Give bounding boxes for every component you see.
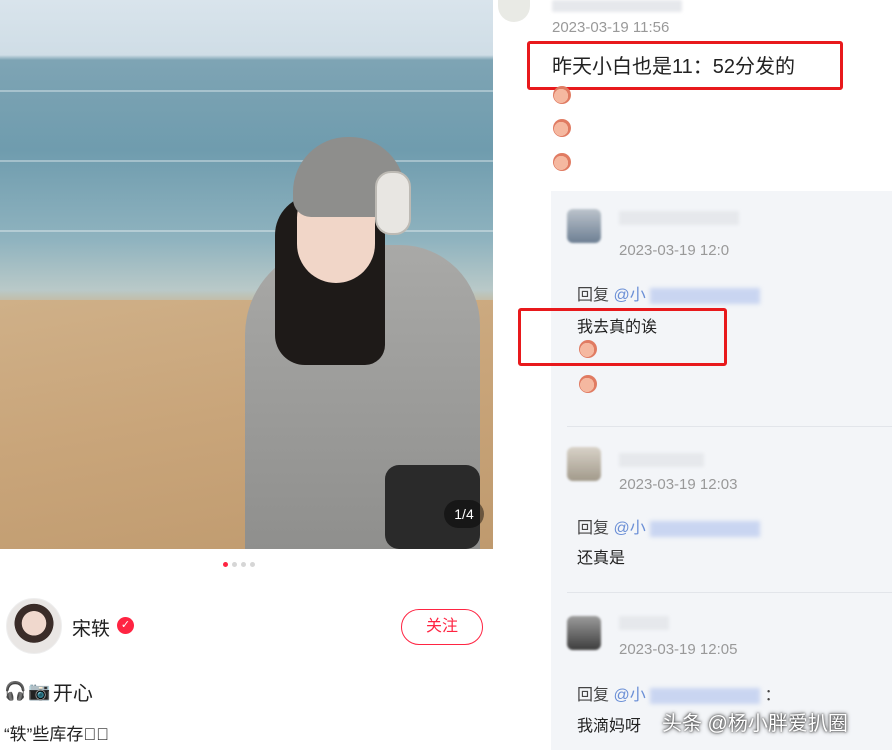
comment-time: 2023-03-19 11:56 <box>552 19 670 36</box>
reply-mention[interactable]: @小 <box>613 520 645 537</box>
carousel-dots[interactable] <box>223 562 255 567</box>
carousel-dot-1[interactable] <box>223 562 228 567</box>
image-counter: 1/4 <box>444 500 484 528</box>
reply-time: 2023-03-19 12:0 <box>619 242 730 259</box>
reply-name-blurred <box>619 211 739 225</box>
carousel-dot-2[interactable] <box>232 562 237 567</box>
reply-text: 还真是 <box>577 550 626 567</box>
post-photo[interactable]: 1/4 <box>0 0 493 549</box>
follow-button[interactable]: 关注 <box>401 609 483 645</box>
divider <box>567 592 892 593</box>
watermark: 头条 @杨小胖爱扒圈 <box>662 713 848 735</box>
reply-name-blurred <box>619 616 669 630</box>
peach-emoji-icon <box>553 153 571 171</box>
reply-avatar[interactable] <box>567 209 601 243</box>
carousel-dot-3[interactable] <box>241 562 246 567</box>
post-status: 🎧 📷 开心 <box>4 677 93 706</box>
reply-to-line: 回复 @小 <box>577 281 761 305</box>
photo-subject <box>235 135 485 549</box>
reply-prefix: 回复 <box>577 520 610 537</box>
mention-blurred <box>650 520 761 537</box>
commenter-name-blurred <box>552 0 682 12</box>
peach-emoji-icon <box>553 86 571 104</box>
reply-avatar[interactable] <box>567 447 601 481</box>
camera-icon: 📷 <box>28 681 51 701</box>
mention-blurred <box>650 687 761 704</box>
reply-avatar[interactable] <box>567 616 601 650</box>
reply-mention[interactable]: @小 <box>613 687 645 704</box>
reply-suffix: ： <box>764 687 781 704</box>
reply-mention[interactable]: @小 <box>613 287 645 304</box>
highlight-box <box>518 308 727 366</box>
reply-time: 2023-03-19 12:05 <box>619 641 738 658</box>
peach-emoji-icon <box>579 375 597 393</box>
peach-emoji-icon <box>553 119 571 137</box>
post-description: “轶”些库存􀀀􀀀 <box>4 725 109 744</box>
reply-to-line: 回复 @小 <box>577 514 761 538</box>
headphones-icon: 🎧 <box>4 681 27 701</box>
commenter-avatar[interactable] <box>498 0 530 22</box>
reply-text: 我滴妈呀 <box>577 718 642 735</box>
status-text: 开心 <box>52 683 93 705</box>
reply-prefix: 回复 <box>577 287 610 304</box>
headphones <box>375 171 411 235</box>
verified-check-icon: ✓ <box>117 617 134 634</box>
reply-prefix: 回复 <box>577 687 610 704</box>
carousel-dot-4[interactable] <box>250 562 255 567</box>
reply-to-line: 回复 @小 ： <box>577 681 781 705</box>
reply-name-blurred <box>619 453 704 467</box>
author-avatar[interactable] <box>6 598 62 654</box>
mention-blurred <box>650 287 761 304</box>
sea-wave <box>0 90 493 92</box>
replies-panel[interactable]: 2023-03-19 12:0 回复 @小 我去真的诶 2023-03-19 1… <box>551 191 892 750</box>
highlight-box <box>527 41 843 90</box>
reply-time: 2023-03-19 12:03 <box>619 476 738 493</box>
author-name[interactable]: 宋轶 <box>72 614 110 641</box>
divider <box>567 426 892 427</box>
